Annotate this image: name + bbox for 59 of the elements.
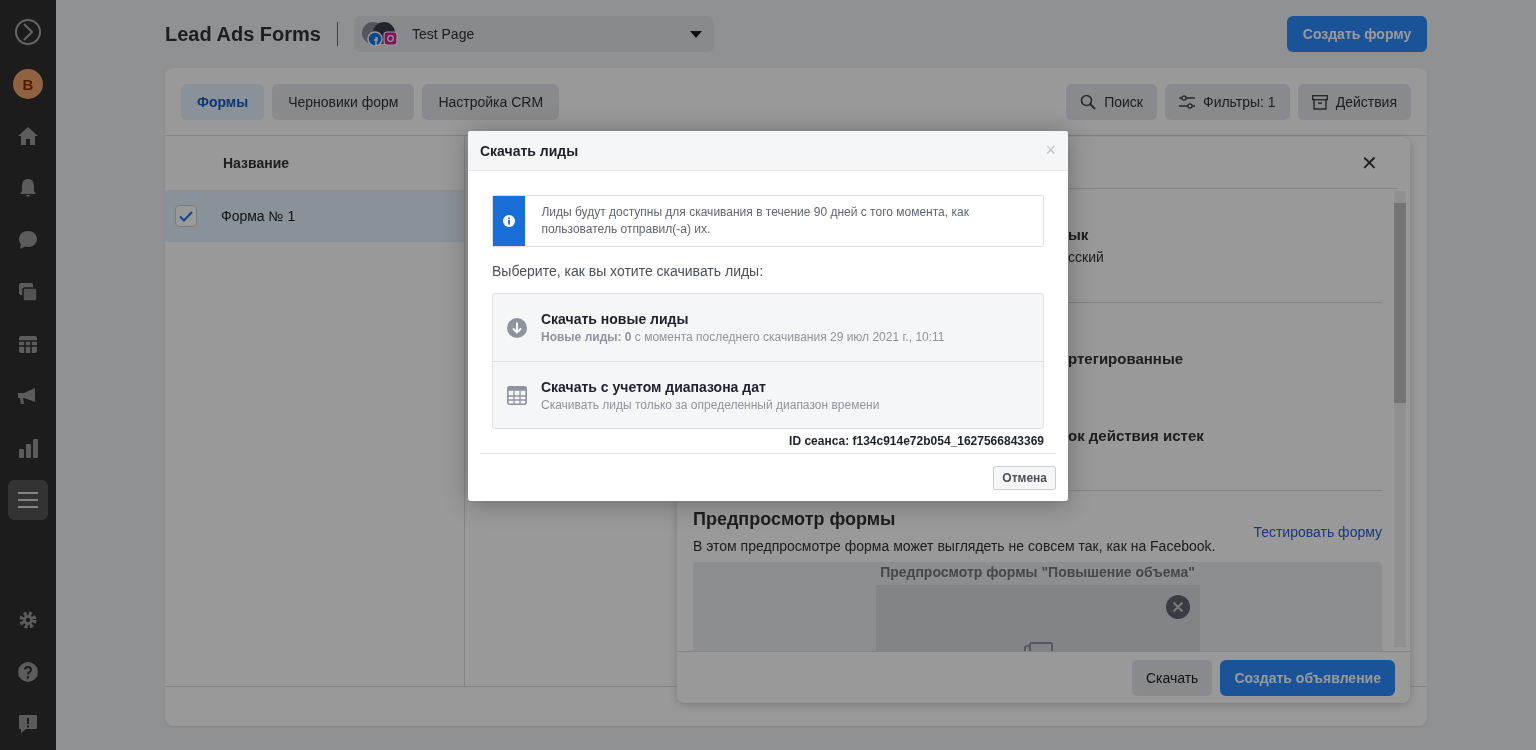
page-selector[interactable]: Test Page: [353, 16, 714, 52]
calendar-icon: [507, 385, 527, 405]
menu-icon[interactable]: [18, 492, 38, 508]
test-form-link[interactable]: Тестировать форму: [1253, 523, 1382, 540]
option-title: Скачать с учетом диапазона дат: [541, 378, 767, 395]
session-id: ID сеанса: f134c914e72b054_1627566843369: [788, 434, 1044, 450]
sliders-icon: [1179, 95, 1195, 109]
help-icon[interactable]: [18, 662, 38, 682]
download-option[interactable]: Скачать новые лиды Новые лиды: 0 с момента последнего скачивания 29 июл 2021 г., 10:11: [493, 294, 1043, 361]
close-button[interactable]: ✕: [1361, 150, 1378, 175]
create-ad-button[interactable]: Создать объявление: [1220, 659, 1395, 696]
home-icon[interactable]: [18, 127, 38, 145]
detail-text: ык: [1068, 226, 1090, 243]
option-title: Скачать новые лиды: [541, 311, 690, 327]
windows-icon[interactable]: [18, 282, 38, 302]
download-option[interactable]: Скачать с учетом диапазона дат Скачивать лиды только за определенный диапазон времени: [493, 361, 1043, 428]
table-row[interactable]: Форма № 1: [165, 190, 464, 242]
detail-text: ок действия истек: [1068, 426, 1205, 444]
info-icon: [503, 215, 516, 227]
logo-icon[interactable]: [14, 18, 42, 46]
column-header: Название: [223, 155, 290, 171]
detail-text: ртегированные: [1068, 349, 1185, 367]
settings-icon[interactable]: [18, 610, 38, 630]
calendar-icon[interactable]: [18, 334, 38, 354]
search-button[interactable]: Поиск: [1066, 84, 1157, 120]
option-description: Скачивать лиды только за определенный диапазон времени: [541, 397, 880, 412]
scrollbar[interactable]: [1394, 191, 1406, 647]
bell-icon[interactable]: [19, 178, 37, 198]
filters-button[interactable]: Фильтры: 1: [1165, 84, 1290, 120]
nav-item-highlight[interactable]: [8, 480, 48, 520]
download-button[interactable]: Скачать: [1131, 659, 1213, 696]
cancel-button[interactable]: Отмена: [993, 465, 1056, 490]
row-checkbox[interactable]: [175, 205, 197, 227]
dialog-title: Скачать лиды: [480, 142, 579, 159]
preview-description: В этом предпросмотре форма может выглядеть не совсем так, как на Facebook.: [693, 538, 1216, 554]
actions-button[interactable]: Действия: [1297, 84, 1411, 120]
tab[interactable]: Формы: [181, 84, 265, 120]
preview-title: Предпросмотр формы "Повышение объема": [880, 563, 1195, 582]
tab[interactable]: Черновики форм: [272, 84, 415, 120]
checkmark-icon: [179, 210, 193, 222]
caret-icon: [689, 30, 702, 38]
table-cell: Форма № 1: [221, 208, 296, 224]
page-title: Lead Ads Forms: [165, 22, 321, 46]
tab[interactable]: Настройка CRM: [422, 84, 560, 120]
download-icon: [507, 317, 527, 338]
dialog-prompt: Выберите, как вы хотите скачивать лиды:: [492, 263, 765, 279]
page-avatars-icon: [359, 21, 400, 47]
user-avatar[interactable]: B: [13, 69, 43, 99]
section-title: Предпросмотр формы: [693, 509, 897, 530]
archive-box-icon: [1311, 94, 1328, 110]
chat-icon[interactable]: [18, 230, 38, 250]
notice-text: Лиды будут доступны для скачивания в течение 90 дней с того момента, как пользователь отправил(-а) их.: [540, 204, 970, 238]
detail-text: сский: [1068, 249, 1105, 265]
option-description: Новые лиды: 0 с момента последнего скачивания 29 июл 2021 г., 10:11: [541, 330, 945, 344]
search-icon: [1080, 94, 1097, 110]
bar-chart-icon[interactable]: [18, 438, 38, 458]
report-icon[interactable]: [18, 714, 38, 734]
create-form-button[interactable]: Создать форму: [1287, 16, 1427, 52]
close-icon: [1165, 595, 1190, 619]
